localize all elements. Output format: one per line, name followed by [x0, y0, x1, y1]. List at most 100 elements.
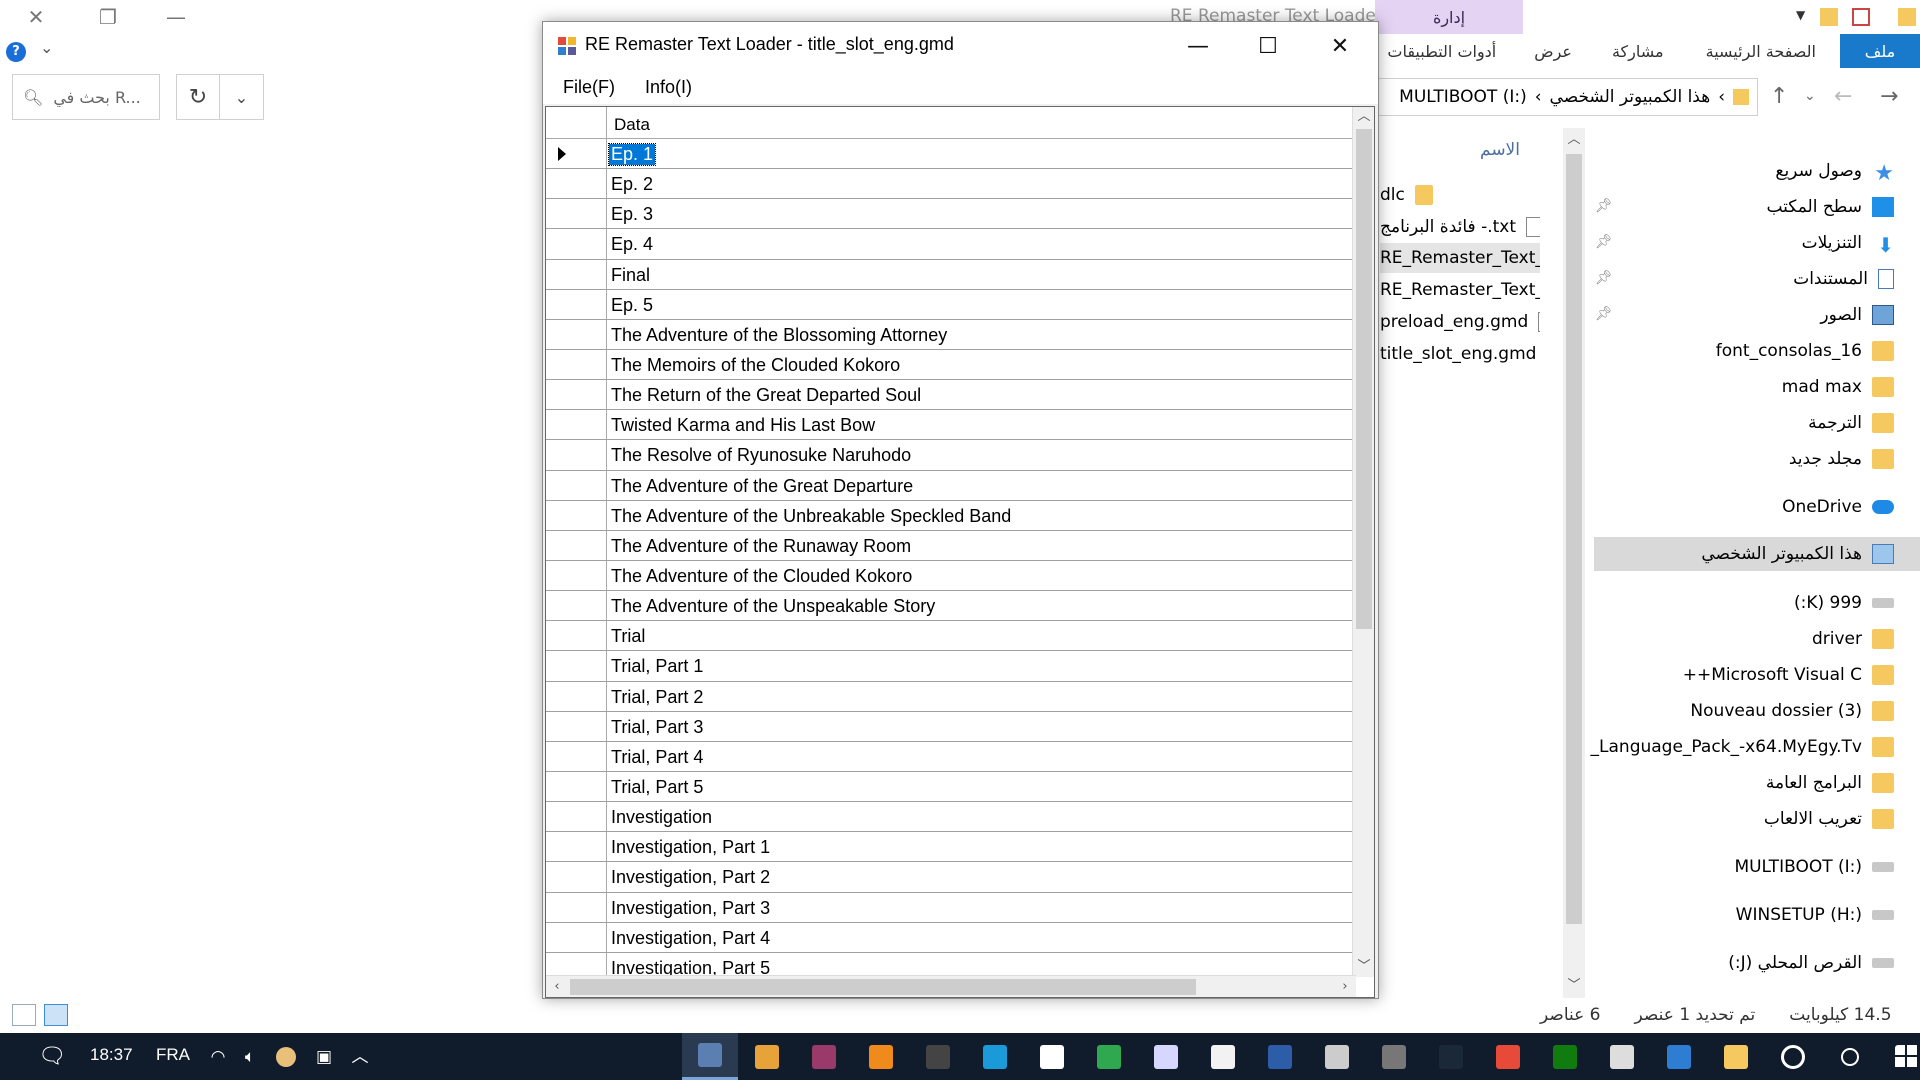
row-header[interactable] — [546, 259, 607, 289]
data-grid[interactable]: Data Ep. 1 Ep. 2 Ep. 3 Ep. 4 Final Ep. 5 The A… — [545, 106, 1375, 998]
taskbar-speccy-button[interactable] — [1366, 1033, 1422, 1080]
grid-row[interactable]: Investigation, Part 1 — [546, 832, 1356, 863]
taskbar-mail-button[interactable] — [1594, 1033, 1650, 1080]
nav-item-folder[interactable]: Nouveau dossier (3) — [1690, 694, 1894, 728]
scrollbar-thumb[interactable] — [1566, 154, 1582, 924]
nav-item-folder[interactable]: Windows_Language_Pack_-x64.MyEgy.Tv — [1590, 730, 1894, 764]
grid-row[interactable]: Ep. 3 — [546, 199, 1356, 230]
file-row[interactable]: RE_Remaster_Text_Loader_2.0.exe — [1380, 243, 1540, 273]
grid-cell[interactable]: The Adventure of the Great Departure — [611, 476, 913, 497]
grid-cell[interactable]: The Adventure of the Runaway Room — [611, 536, 911, 557]
nav-item-drive[interactable]: WINSETUP (H:) — [1736, 898, 1894, 932]
row-header[interactable] — [546, 289, 607, 319]
grid-row[interactable]: Final — [546, 259, 1356, 290]
row-header[interactable] — [546, 621, 607, 651]
grid-cell[interactable]: The Adventure of the Clouded Kokoro — [611, 566, 912, 587]
qa-dropdown-icon[interactable]: ▼ — [1796, 8, 1814, 26]
scrollbar-thumb[interactable] — [570, 979, 1196, 995]
grid-row[interactable]: Trial — [546, 621, 1356, 652]
file-row[interactable]: txt.- فائدة البرنامج — [1380, 212, 1540, 242]
grid-cell[interactable]: Ep. 5 — [611, 295, 653, 316]
volume-icon[interactable]: 🔈︎ — [240, 1047, 260, 1067]
file-row[interactable]: RE_Remaster_Text_Loader_4.5.exe — [1380, 275, 1540, 305]
help-icon[interactable]: ? — [6, 42, 26, 62]
grid-cell[interactable]: The Adventure of the Unbreakable Speckle… — [611, 506, 1011, 527]
restore-icon[interactable]: ❐ — [80, 0, 136, 34]
grid-cell[interactable]: Trial, Part 3 — [611, 717, 703, 738]
row-header[interactable] — [546, 470, 607, 500]
grid-row[interactable]: The Memoirs of the Clouded Kokoro — [546, 349, 1356, 381]
grid-cell[interactable]: Investigation — [611, 807, 712, 828]
row-header[interactable] — [546, 410, 607, 440]
column-header-data[interactable]: Data — [614, 115, 650, 135]
minimize-button[interactable]: — — [1163, 22, 1233, 70]
tab-application-tools[interactable]: أدوات التطبيقات — [1371, 34, 1512, 68]
grid-row[interactable]: Investigation, Part 2 — [546, 862, 1356, 893]
taskbar-cortana-button[interactable] — [1765, 1033, 1821, 1080]
close-button[interactable]: ✕ — [1305, 22, 1375, 70]
refresh-button[interactable]: ↻ — [176, 74, 220, 120]
row-header[interactable] — [546, 802, 607, 832]
grid-row[interactable]: Trial, Part 1 — [546, 651, 1356, 682]
file-row[interactable]: title_slot_eng.gmd — [1380, 339, 1540, 369]
language-indicator[interactable]: FRA — [156, 1045, 190, 1065]
tab-file[interactable]: ملف — [1840, 34, 1920, 68]
taskbar-document-button[interactable] — [1024, 1033, 1080, 1080]
properties-icon[interactable] — [1852, 8, 1870, 26]
taskbar-steam-button[interactable] — [1423, 1033, 1479, 1080]
taskbar-start-button[interactable] — [1879, 1033, 1920, 1080]
row-header[interactable] — [546, 681, 607, 711]
scroll-up-icon[interactable]: ︿ — [1353, 107, 1374, 127]
address-dropdown-button[interactable]: ⌄ — [220, 74, 264, 120]
row-header[interactable] — [546, 500, 607, 530]
scroll-down-icon[interactable]: ﹀ — [1353, 957, 1374, 977]
row-header[interactable] — [546, 651, 607, 681]
nav-onedrive[interactable]: OneDrive — [1782, 490, 1894, 524]
row-header[interactable] — [546, 199, 607, 229]
row-header[interactable] — [546, 319, 607, 349]
nav-item-drive[interactable]: 999 (K:) — [1794, 586, 1894, 620]
taskbar-edge-button[interactable] — [967, 1033, 1023, 1080]
row-header[interactable] — [546, 349, 607, 380]
recent-dropdown-icon[interactable]: ⌄ — [1804, 88, 1816, 104]
row-header[interactable] — [546, 139, 607, 169]
grid-row[interactable]: The Adventure of the Unspeakable Story — [546, 591, 1356, 622]
file-row[interactable]: dlc — [1380, 180, 1540, 210]
row-header[interactable] — [546, 711, 607, 741]
scroll-right-icon[interactable]: › — [1334, 977, 1356, 997]
scroll-left-icon[interactable]: ‹ — [546, 977, 568, 997]
horizontal-scrollbar[interactable]: ‹ › — [546, 975, 1356, 997]
taskbar-copy-button[interactable] — [1309, 1033, 1365, 1080]
folder-icon[interactable] — [1898, 8, 1916, 26]
breadcrumb-multiboot[interactable]: MULTIBOOT (I:) — [1399, 87, 1527, 107]
taskbar-editor-button[interactable] — [1195, 1033, 1251, 1080]
scroll-down-icon[interactable]: ﹀ — [1563, 976, 1585, 996]
grid-row[interactable]: The Return of the Great Departed Soul — [546, 380, 1356, 411]
grid-cell[interactable]: Ep. 4 — [611, 234, 653, 255]
grid-cell[interactable]: Trial, Part 1 — [611, 656, 703, 677]
file-row[interactable]: preload_eng.gmd — [1380, 307, 1540, 337]
scrollbar-thumb[interactable] — [1356, 129, 1372, 629]
tray-expand-icon[interactable]: ︿ — [350, 1047, 370, 1067]
nav-item-folder[interactable]: mad max — [1782, 370, 1894, 404]
taskbar-explorer-button[interactable] — [1708, 1033, 1764, 1080]
grid-cell[interactable]: Final — [611, 265, 650, 286]
grid-row[interactable]: Trial, Part 2 — [546, 681, 1356, 712]
manage-tab[interactable]: إدارة — [1375, 0, 1523, 34]
row-header[interactable] — [546, 560, 607, 591]
grid-row[interactable]: The Adventure of the Unbreakable Speckle… — [546, 500, 1356, 531]
taskbar-search-button[interactable] — [1822, 1033, 1878, 1080]
grid-row[interactable]: Ep. 4 — [546, 229, 1356, 260]
nav-item-folder[interactable]: driver — [1812, 622, 1894, 656]
row-header[interactable] — [546, 862, 607, 892]
nav-item-folder[interactable]: Microsoft Visual C++ — [1683, 658, 1894, 692]
nav-item-downloads[interactable]: ⬇ التنزيلات — [1802, 226, 1894, 260]
forward-arrow-icon[interactable]: ← — [1834, 84, 1852, 109]
grid-cell[interactable]: Ep. 1 — [607, 143, 657, 166]
nav-item-drive[interactable]: MULTIBOOT (I:) — [1734, 850, 1894, 884]
nav-quick-access[interactable]: ★ وصول سريع — [1775, 154, 1894, 188]
maximize-button[interactable]: ☐ — [1233, 22, 1303, 70]
taskbar-text-loader-button[interactable] — [682, 1033, 738, 1080]
taskbar-vlc-button[interactable] — [853, 1033, 909, 1080]
row-header[interactable] — [546, 380, 607, 410]
